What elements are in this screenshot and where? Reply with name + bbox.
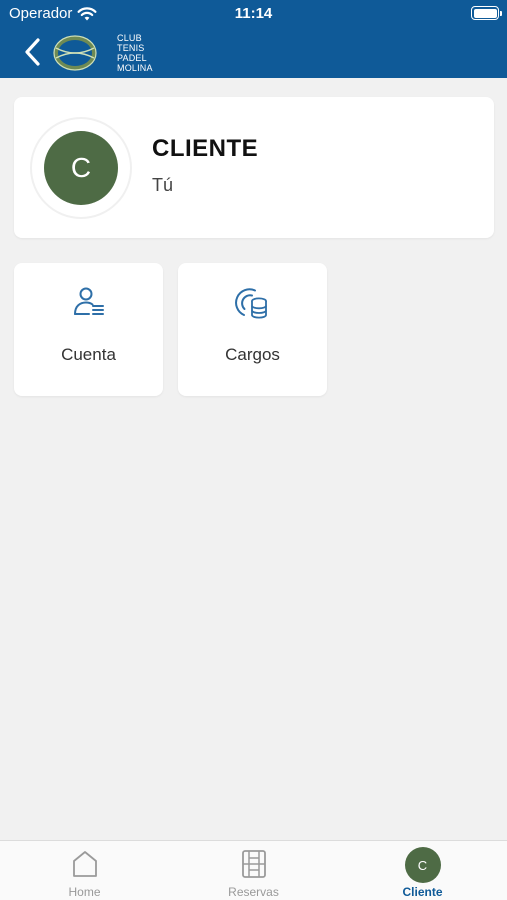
user-list-icon bbox=[73, 287, 104, 315]
tab-label: Home bbox=[68, 885, 101, 899]
court-icon bbox=[241, 850, 266, 878]
tab-icon-wrap bbox=[0, 849, 169, 881]
club-name-line: CLUB bbox=[117, 33, 142, 43]
home-icon bbox=[72, 851, 97, 877]
battery-fill bbox=[473, 8, 497, 18]
club-name: CLUB TENIS PADEL MOLINA bbox=[117, 33, 153, 73]
cargos-tile[interactable]: Cargos bbox=[178, 263, 327, 396]
tab-label: Cliente bbox=[402, 885, 443, 899]
cuenta-tile[interactable]: Cuenta bbox=[14, 263, 163, 396]
chevron-left-icon bbox=[25, 38, 40, 66]
club-name-line: MOLINA bbox=[117, 63, 153, 73]
back-button[interactable] bbox=[18, 36, 46, 68]
tab-bar: Home Reservas C Cliente bbox=[0, 840, 507, 900]
tab-icon-wrap: C bbox=[338, 847, 507, 883]
avatar-ring: C bbox=[32, 119, 130, 217]
tab-label: Reservas bbox=[228, 885, 279, 899]
status-bar: Operador 11:14 bbox=[0, 0, 507, 28]
tile-label: Cargos bbox=[225, 345, 280, 364]
nav-bar: CLUB TENIS PADEL MOLINA bbox=[0, 28, 507, 78]
tab-home[interactable]: Home bbox=[0, 841, 169, 900]
tab-cliente[interactable]: C Cliente bbox=[338, 841, 507, 900]
tab-icon-wrap bbox=[169, 849, 338, 881]
avatar: C bbox=[44, 131, 118, 205]
tab-avatar: C bbox=[404, 847, 441, 883]
club-name-line: PADEL bbox=[117, 53, 147, 63]
tile-icon-wrap bbox=[14, 285, 163, 321]
battery-icon bbox=[471, 6, 502, 20]
club-name-line: TENIS bbox=[117, 43, 145, 53]
club-logo-icon bbox=[53, 35, 97, 71]
profile-card: C CLIENTE Tú bbox=[14, 97, 494, 238]
tab-reservas[interactable]: Reservas bbox=[169, 841, 338, 900]
tile-label: Cuenta bbox=[61, 345, 116, 364]
profile-subtitle: Tú bbox=[152, 175, 174, 195]
tile-icon-wrap bbox=[178, 285, 327, 321]
status-time: 11:14 bbox=[234, 5, 273, 22]
profile-name: CLIENTE bbox=[152, 135, 259, 162]
coins-icon bbox=[234, 288, 267, 319]
